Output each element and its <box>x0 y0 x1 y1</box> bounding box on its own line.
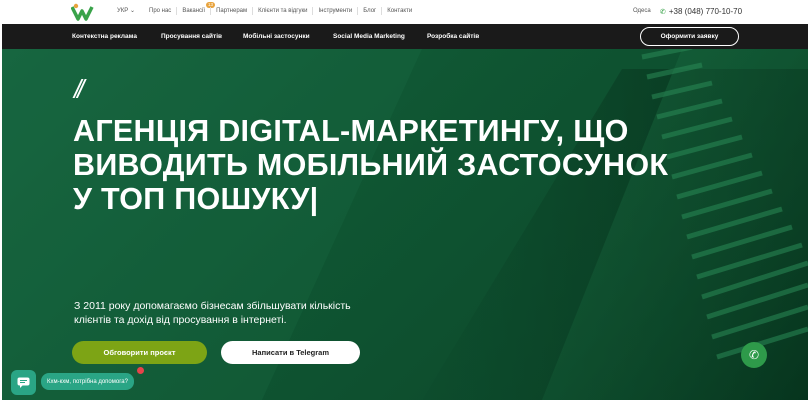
nav-seo[interactable]: Просування сайтів <box>161 33 222 40</box>
call-button[interactable]: ✆ <box>741 342 767 368</box>
telegram-button[interactable]: Написати в Telegram <box>221 341 360 364</box>
top-nav-partners[interactable]: Партнерам <box>210 7 252 15</box>
phone-icon: ✆ <box>748 348 760 362</box>
top-nav-tools[interactable]: Інструменти <box>312 7 357 15</box>
decorative-slashes: // <box>74 74 85 104</box>
nav-smm[interactable]: Social Media Marketing <box>333 33 405 40</box>
phone-number: +38 (048) 770-10-70 <box>668 7 743 16</box>
hero-subtitle: З 2011 року допомагаємо бізнесам збільшу… <box>74 300 351 326</box>
phone-link[interactable]: ✆ +38 (048) 770-10-70 <box>660 7 742 16</box>
headline-line: ВИВОДИТЬ МОБІЛЬНИЙ ЗАСТОСУНОК <box>73 148 669 182</box>
language-label: УКР <box>117 8 129 14</box>
nav-mobile-apps[interactable]: Мобільні застосунки <box>243 33 310 40</box>
phone-icon: ✆ <box>660 8 666 16</box>
hero-section: // АГЕНЦІЯ DIGITAL-МАРКЕТИНГУ, ЩО ВИВОДИ… <box>2 49 808 400</box>
nav-context-ads[interactable]: Контекстна реклама <box>72 33 137 40</box>
chat-prompt-bubble[interactable]: Кхм-кхм, потрібна допомога? <box>41 373 134 390</box>
notification-dot <box>137 367 144 374</box>
headline-line: АГЕНЦІЯ DIGITAL-МАРКЕТИНГУ, ЩО <box>73 114 629 148</box>
order-button[interactable]: Оформити заявку <box>640 27 739 46</box>
top-nav: Про нас Вакансії 13 Партнерам Клієнти та … <box>149 2 417 15</box>
chat-widget-button[interactable] <box>11 370 36 395</box>
page-title: АГЕНЦІЯ DIGITAL-МАРКЕТИНГУ, ЩО ВИВОДИТЬ … <box>73 114 713 216</box>
top-nav-clients[interactable]: Клієнти та відгуки <box>252 7 312 15</box>
main-nav: Контекстна реклама Просування сайтів Моб… <box>2 24 808 49</box>
logo-icon[interactable] <box>71 3 99 21</box>
chat-icon <box>17 377 30 388</box>
top-nav-about[interactable]: Про нас <box>149 7 176 15</box>
language-selector[interactable]: УКР ⌄ <box>117 7 135 14</box>
top-nav-vacancies[interactable]: Вакансії 13 <box>176 2 216 15</box>
top-nav-contacts[interactable]: Контакти <box>381 7 417 15</box>
headline-line: У ТОП ПОШУКУ| <box>73 182 319 216</box>
city-selector[interactable]: Одеса <box>633 8 651 14</box>
nav-web-dev[interactable]: Розробка сайтів <box>427 33 479 40</box>
discuss-project-button[interactable]: Обговорити проєкт <box>72 341 207 364</box>
top-nav-blog[interactable]: Блог <box>357 7 381 15</box>
chevron-down-icon: ⌄ <box>129 8 136 14</box>
top-bar: УКР ⌄ Про нас Вакансії 13 Партнерам Клієн… <box>0 0 810 24</box>
